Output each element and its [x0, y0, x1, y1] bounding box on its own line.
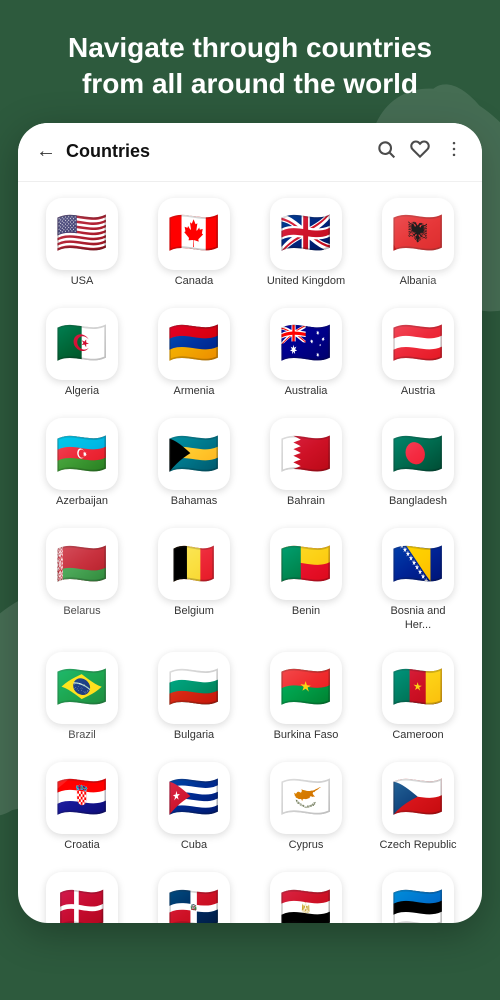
country-name: Algeria: [65, 385, 99, 398]
country-name: USA: [71, 275, 94, 288]
search-icon[interactable]: [376, 139, 396, 165]
country-name: Cameroon: [392, 729, 443, 742]
flag-icon: 🇺🇸: [46, 198, 118, 270]
flag-icon: 🇦🇲: [158, 308, 230, 380]
country-name: Australia: [285, 385, 328, 398]
countries-grid: 🇺🇸 USA 🇨🇦 Canada 🇬🇧 United Kingdom 🇦🇱 Albania 🇩🇿…: [30, 192, 470, 923]
phone-frame: ← Countries 🇺🇸 USA 🇨🇦 Canada 🇬🇧 United Kingdo…: [18, 123, 482, 923]
list-item[interactable]: 🇦🇿 Azerbaijan: [30, 412, 134, 514]
header-actions: [376, 139, 464, 165]
country-name: Cuba: [181, 839, 207, 852]
flag-icon: 🇧🇩: [382, 418, 454, 490]
country-name: Albania: [400, 275, 437, 288]
flag-icon: 🇬🇧: [270, 198, 342, 270]
list-item[interactable]: 🇧🇩 Bangladesh: [366, 412, 470, 514]
countries-grid-container: 🇺🇸 USA 🇨🇦 Canada 🇬🇧 United Kingdom 🇦🇱 Albania 🇩🇿…: [18, 182, 482, 923]
flag-icon: 🇧🇫: [270, 652, 342, 724]
flag-icon: 🇩🇰: [46, 872, 118, 923]
favorites-icon[interactable]: [410, 139, 430, 165]
more-menu-icon[interactable]: [444, 139, 464, 165]
list-item[interactable]: 🇧🇦 Bosnia and Her...: [366, 522, 470, 637]
list-item[interactable]: 🇧🇪 Belgium: [142, 522, 246, 637]
list-item[interactable]: 🇨🇿 Czech Republic: [366, 756, 470, 858]
flag-icon: 🇩🇿: [46, 308, 118, 380]
list-item[interactable]: 🇧🇭 Bahrain: [254, 412, 358, 514]
promo-title: Navigate through countriesfrom all aroun…: [30, 30, 470, 103]
list-item[interactable]: 🇧🇾 Belarus: [30, 522, 134, 637]
list-item[interactable]: 🇧🇸 Bahamas: [142, 412, 246, 514]
country-name: Canada: [175, 275, 214, 288]
back-button[interactable]: ←: [36, 140, 56, 163]
country-name: Azerbaijan: [56, 495, 108, 508]
flag-icon: 🇩🇴: [158, 872, 230, 923]
list-item[interactable]: 🇧🇫 Burkina Faso: [254, 646, 358, 748]
flag-icon: 🇪🇬: [270, 872, 342, 923]
country-name: Bulgaria: [174, 729, 214, 742]
flag-icon: 🇦🇹: [382, 308, 454, 380]
country-name: Bahrain: [287, 495, 325, 508]
country-name: Bahamas: [171, 495, 217, 508]
country-name: Bangladesh: [389, 495, 447, 508]
list-item[interactable]: 🇪🇬Egypt: [254, 866, 358, 923]
flag-icon: 🇨🇿: [382, 762, 454, 834]
list-item[interactable]: 🇪🇪Estonia: [366, 866, 470, 923]
flag-icon: 🇦🇺: [270, 308, 342, 380]
list-item[interactable]: 🇧🇯 Benin: [254, 522, 358, 637]
country-name: Austria: [401, 385, 435, 398]
promo-header: Navigate through countriesfrom all aroun…: [0, 0, 500, 123]
country-name: Cyprus: [289, 839, 324, 852]
flag-icon: 🇧🇦: [382, 528, 454, 600]
flag-icon: 🇨🇦: [158, 198, 230, 270]
list-item[interactable]: 🇨🇺 Cuba: [142, 756, 246, 858]
list-item[interactable]: 🇦🇺 Australia: [254, 302, 358, 404]
list-item[interactable]: 🇧🇷 Brazil: [30, 646, 134, 748]
country-name: Czech Republic: [379, 839, 456, 852]
country-name: United Kingdom: [267, 275, 345, 288]
country-name: Burkina Faso: [274, 729, 339, 742]
flag-icon: 🇧🇯: [270, 528, 342, 600]
country-name: Benin: [292, 605, 320, 618]
list-item[interactable]: 🇦🇹 Austria: [366, 302, 470, 404]
flag-icon: 🇨🇾: [270, 762, 342, 834]
flag-icon: 🇧🇷: [46, 652, 118, 724]
flag-icon: 🇨🇲: [382, 652, 454, 724]
country-name: Croatia: [64, 839, 99, 852]
flag-icon: 🇧🇪: [158, 528, 230, 600]
list-item[interactable]: 🇨🇲 Cameroon: [366, 646, 470, 748]
list-item[interactable]: 🇨🇾 Cyprus: [254, 756, 358, 858]
flag-icon: 🇧🇭: [270, 418, 342, 490]
flag-icon: 🇭🇷: [46, 762, 118, 834]
list-item[interactable]: 🇭🇷 Croatia: [30, 756, 134, 858]
flag-icon: 🇦🇱: [382, 198, 454, 270]
flag-icon: 🇨🇺: [158, 762, 230, 834]
list-item[interactable]: 🇨🇦 Canada: [142, 192, 246, 294]
list-item[interactable]: 🇩🇴Dominican Rep...: [142, 866, 246, 923]
app-header: ← Countries: [18, 123, 482, 182]
app-title: Countries: [66, 141, 376, 162]
flag-icon: 🇧🇾: [46, 528, 118, 600]
list-item[interactable]: 🇬🇧 United Kingdom: [254, 192, 358, 294]
flag-icon: 🇦🇿: [46, 418, 118, 490]
list-item[interactable]: 🇩🇿 Algeria: [30, 302, 134, 404]
flag-icon: 🇧🇸: [158, 418, 230, 490]
country-name: Brazil: [68, 729, 96, 742]
flag-icon: 🇪🇪: [382, 872, 454, 923]
country-name: Bosnia and Her...: [378, 605, 458, 631]
list-item[interactable]: 🇦🇱 Albania: [366, 192, 470, 294]
flag-icon: 🇧🇬: [158, 652, 230, 724]
country-name: Belarus: [63, 605, 100, 618]
list-item[interactable]: 🇩🇰Denmark: [30, 866, 134, 923]
country-name: Belgium: [174, 605, 214, 618]
list-item[interactable]: 🇦🇲 Armenia: [142, 302, 246, 404]
list-item[interactable]: 🇺🇸 USA: [30, 192, 134, 294]
country-name: Armenia: [174, 385, 215, 398]
list-item[interactable]: 🇧🇬 Bulgaria: [142, 646, 246, 748]
